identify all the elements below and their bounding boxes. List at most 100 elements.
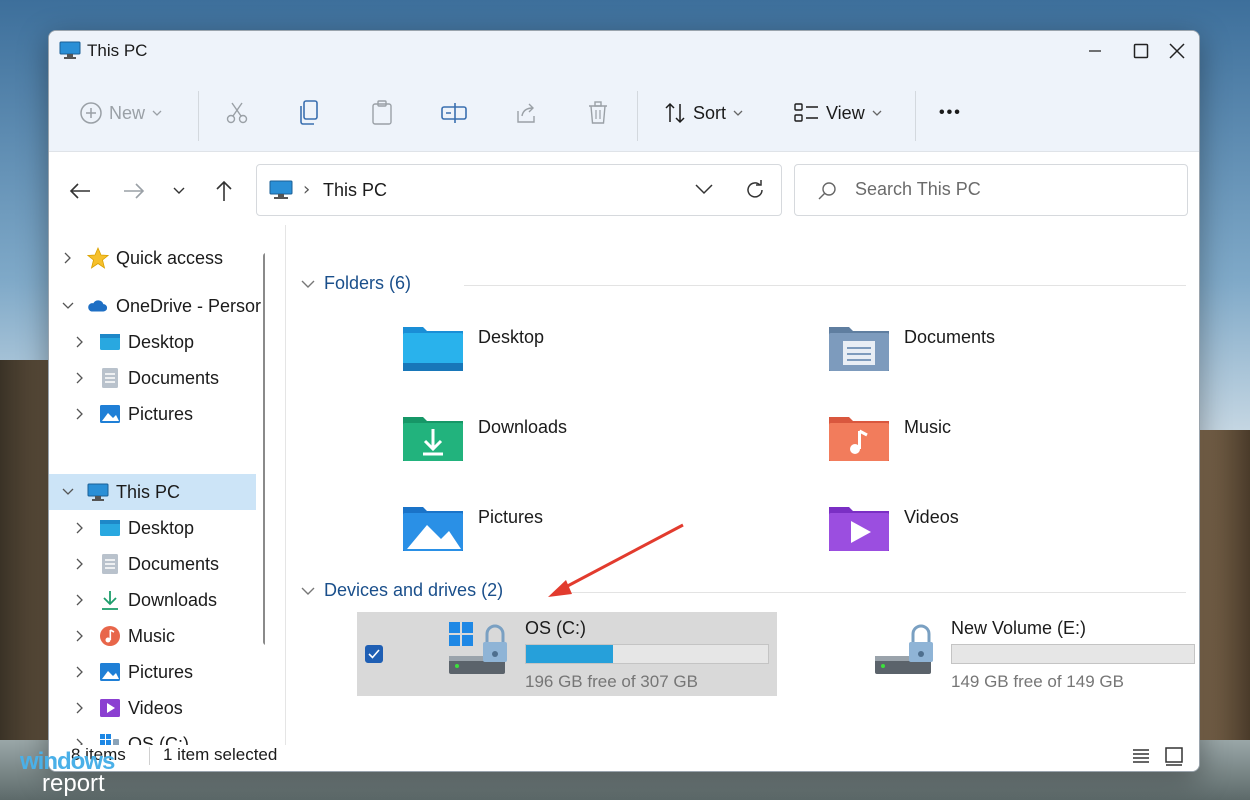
- sidebar-item-music[interactable]: Music: [49, 618, 256, 654]
- sidebar-item-label: Desktop: [128, 517, 195, 538]
- folder-label: Desktop: [478, 327, 545, 347]
- sidebar-item-onedrive-documents[interactable]: Documents: [49, 360, 256, 396]
- search-box[interactable]: [794, 164, 1188, 216]
- cloud-icon: [88, 300, 108, 312]
- folder-tile-music[interactable]: Music: [807, 403, 1187, 483]
- drive-label: New Volume (E:): [951, 618, 1087, 638]
- documents-icon: [102, 554, 118, 574]
- breadcrumb-this-pc[interactable]: This PC: [323, 180, 387, 201]
- plus-circle-icon: [80, 102, 102, 124]
- share-icon: [517, 103, 535, 123]
- paste-button[interactable]: [370, 93, 394, 133]
- documents-folder-icon: [829, 327, 889, 371]
- address-bar[interactable]: › This PC: [256, 164, 782, 216]
- sidebar-item-documents[interactable]: Documents: [49, 546, 256, 582]
- folder-tile-downloads[interactable]: Downloads: [381, 403, 761, 483]
- chevron-down-icon: [301, 587, 315, 595]
- folder-label: Videos: [904, 507, 959, 527]
- maximize-icon: [1133, 43, 1149, 59]
- music-icon: [100, 626, 120, 646]
- desktop-folder-icon: [100, 334, 120, 350]
- drives-group-header[interactable]: Devices and drives (2): [300, 580, 503, 601]
- sidebar-item-label: Videos: [128, 697, 183, 718]
- navigation-bar: › This PC: [49, 152, 1199, 224]
- minimize-button[interactable]: [1072, 31, 1118, 71]
- sidebar-item-videos[interactable]: Videos: [49, 690, 256, 726]
- music-folder-icon: [829, 417, 889, 461]
- chevron-right-icon: [76, 336, 83, 348]
- drive-free-space: 196 GB free of 307 GB: [525, 672, 698, 691]
- pictures-icon: [100, 405, 120, 423]
- drive-usage-bar: [951, 644, 1195, 664]
- recent-locations-button[interactable]: [164, 176, 194, 206]
- up-button[interactable]: [209, 176, 239, 206]
- sidebar-item-quick-access[interactable]: Quick access: [49, 240, 256, 276]
- arrow-up-icon: [216, 180, 232, 201]
- title-bar[interactable]: This PC: [49, 31, 1199, 71]
- copy-button[interactable]: [298, 93, 322, 133]
- view-button[interactable]: View: [794, 93, 883, 133]
- sidebar-item-downloads[interactable]: Downloads: [49, 582, 256, 618]
- toolbar-divider: [915, 91, 916, 141]
- selection-checkbox[interactable]: [365, 645, 383, 663]
- rename-icon: [441, 103, 467, 123]
- trash-icon: [589, 101, 607, 124]
- group-divider: [464, 285, 1186, 286]
- forward-button[interactable]: [119, 176, 149, 206]
- new-button[interactable]: New: [79, 93, 163, 133]
- sidebar-item-onedrive-pictures[interactable]: Pictures: [49, 396, 256, 432]
- folder-tile-videos[interactable]: Videos: [807, 493, 1187, 573]
- back-button[interactable]: [65, 176, 95, 206]
- folder-tile-pictures[interactable]: Pictures: [381, 493, 761, 573]
- folder-tile-desktop[interactable]: Desktop: [381, 313, 761, 393]
- refresh-icon[interactable]: [744, 179, 766, 201]
- chevron-right-icon: [76, 522, 83, 534]
- documents-icon: [102, 368, 118, 388]
- sidebar-scrollbar[interactable]: [263, 253, 265, 645]
- folders-header-label: Folders (6): [324, 273, 412, 293]
- checkmark-icon: [368, 649, 380, 659]
- drive-tile-os-c[interactable]: OS (C:) 196 GB free of 307 GB: [357, 612, 777, 696]
- sort-button[interactable]: Sort: [663, 93, 744, 133]
- sidebar-item-label: OS (C:): [128, 733, 189, 746]
- chevron-down-icon[interactable]: [695, 183, 713, 195]
- folder-tile-documents[interactable]: Documents: [807, 313, 1187, 393]
- close-button[interactable]: [1154, 31, 1199, 71]
- rename-button[interactable]: [441, 93, 467, 133]
- share-button[interactable]: [514, 93, 538, 133]
- watermark-line2: report: [42, 770, 105, 797]
- this-pc-icon: [269, 180, 293, 199]
- watermark-logo: windows report: [20, 748, 145, 798]
- sidebar-item-onedrive[interactable]: OneDrive - Persor: [49, 288, 261, 324]
- star-icon: [87, 247, 109, 269]
- folder-label: Pictures: [478, 507, 544, 527]
- drive-icon: [100, 734, 119, 745]
- sidebar-item-this-pc[interactable]: This PC: [49, 474, 256, 510]
- pictures-icon: [100, 663, 120, 681]
- delete-button[interactable]: [586, 93, 610, 133]
- details-view-icon[interactable]: [1130, 745, 1152, 767]
- sidebar-item-label: Music: [128, 625, 176, 646]
- chevron-right-icon: [76, 408, 83, 420]
- sidebar-item-os-c[interactable]: OS (C:): [49, 726, 256, 745]
- cut-button[interactable]: [225, 93, 249, 133]
- sidebar-item-label: Pictures: [128, 403, 194, 424]
- drive-tile-new-volume-e[interactable]: New Volume (E:) 149 GB free of 149 GB: [783, 612, 1199, 696]
- sidebar-item-onedrive-desktop[interactable]: Desktop: [49, 324, 256, 360]
- see-more-button[interactable]: •••: [939, 93, 962, 133]
- sidebar-item-desktop[interactable]: Desktop: [49, 510, 256, 546]
- chevron-right-icon: [76, 630, 83, 642]
- command-bar: New Sort View •••: [49, 71, 1199, 152]
- sort-label: Sort: [693, 102, 727, 123]
- chevron-right-icon: [76, 372, 83, 384]
- chevron-down-icon: [173, 187, 185, 194]
- sidebar-item-pictures[interactable]: Pictures: [49, 654, 256, 690]
- search-input[interactable]: [853, 178, 1177, 201]
- pictures-folder-icon: [403, 507, 463, 551]
- sidebar-item-label: Documents: [128, 367, 220, 388]
- large-icons-view-icon[interactable]: [1163, 745, 1185, 767]
- desktop-folder-icon: [100, 520, 120, 536]
- folders-group-header[interactable]: Folders (6): [300, 273, 411, 294]
- videos-folder-icon: [829, 507, 889, 551]
- drive-icon: [875, 624, 933, 674]
